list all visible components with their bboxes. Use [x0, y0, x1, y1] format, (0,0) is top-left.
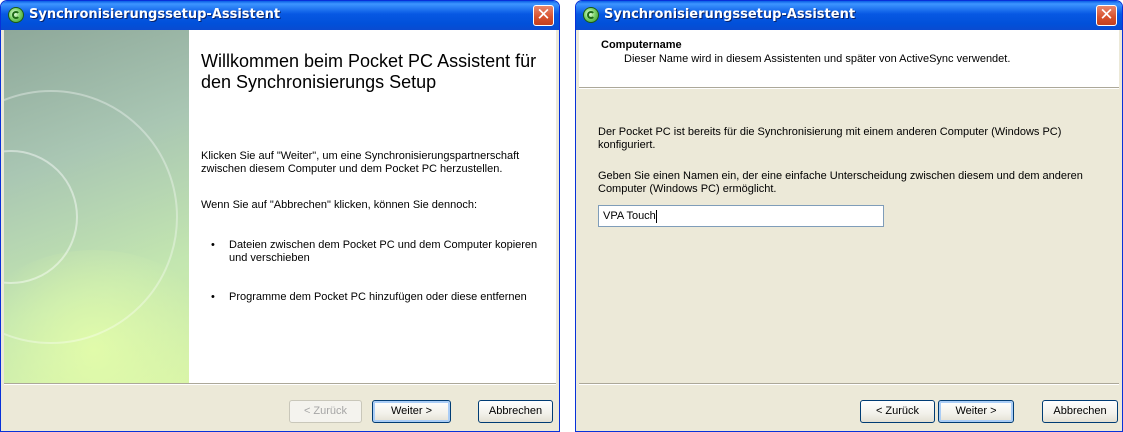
welcome-heading: Willkommen beim Pocket PC Assistent für …: [201, 51, 537, 92]
separator: [579, 383, 1119, 385]
separator: [579, 87, 1119, 89]
cancel-button[interactable]: Abbrechen: [1042, 400, 1118, 423]
back-button[interactable]: < Zurück: [289, 400, 362, 423]
wizard-side-banner: [4, 30, 189, 383]
wizard-header: Computername Dieser Name wird in diesem …: [579, 30, 1119, 87]
activesync-icon: [583, 7, 599, 23]
title-bar[interactable]: Synchronisierungssetup-Assistent ✕: [576, 1, 1122, 30]
wizard-window-computer-name: Synchronisierungssetup-Assistent ✕ Compu…: [575, 0, 1123, 432]
close-icon: ✕: [1099, 5, 1114, 25]
next-button[interactable]: Weiter >: [938, 400, 1014, 423]
bullet-icon: •: [211, 239, 215, 251]
close-button[interactable]: ✕: [1096, 5, 1117, 26]
computer-name-input[interactable]: VPA Touch: [598, 205, 884, 227]
section-title: Computername: [601, 39, 682, 51]
intro-text: Klicken Sie auf "Weiter", um eine Synchr…: [201, 150, 520, 175]
wizard-client-area: Computername Dieser Name wird in diesem …: [579, 30, 1119, 428]
section-subtitle: Dieser Name wird in diesem Assistenten u…: [624, 53, 1011, 65]
cancel-info-text: Wenn Sie auf "Abbrechen" klicken, können…: [201, 199, 478, 211]
bullet-icon: •: [211, 291, 215, 303]
window-title: Synchronisierungssetup-Assistent: [604, 7, 856, 22]
configured-info-text: Der Pocket PC ist bereits für die Synchr…: [598, 126, 1062, 151]
welcome-panel: Willkommen beim Pocket PC Assistent für …: [189, 30, 556, 383]
wizard-window-welcome: Synchronisierungssetup-Assistent ✕ Willk…: [0, 0, 560, 432]
close-button[interactable]: ✕: [533, 5, 554, 26]
name-instruction-text: Geben Sie einen Namen ein, der eine einf…: [598, 170, 1083, 195]
close-icon: ✕: [536, 5, 551, 25]
cancel-button[interactable]: Abbrechen: [478, 400, 553, 423]
title-bar[interactable]: Synchronisierungssetup-Assistent ✕: [1, 1, 559, 30]
wizard-client-area: Willkommen beim Pocket PC Assistent für …: [4, 30, 556, 428]
back-button[interactable]: < Zurück: [860, 400, 935, 423]
text-caret: [655, 209, 657, 223]
activesync-icon: [8, 7, 24, 23]
next-button[interactable]: Weiter >: [372, 400, 451, 423]
window-title: Synchronisierungssetup-Assistent: [29, 7, 281, 22]
separator: [4, 383, 556, 385]
